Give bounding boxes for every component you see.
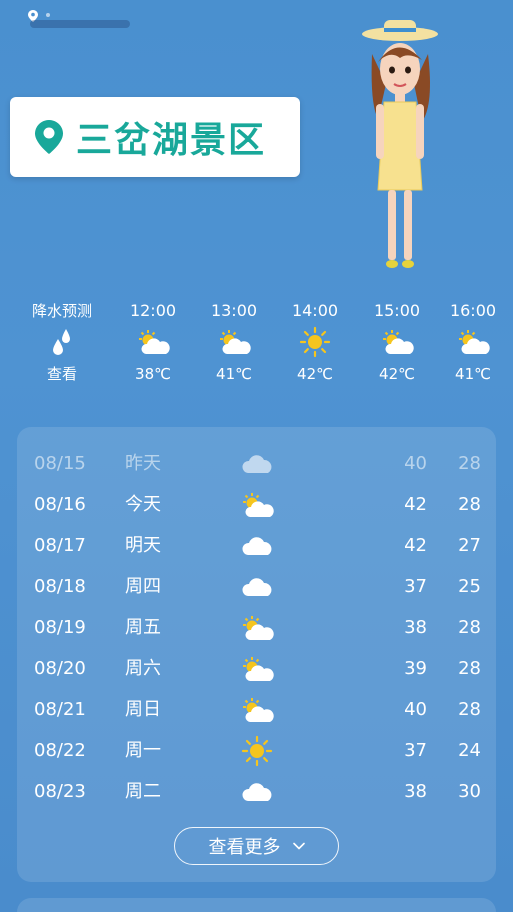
hourly-item: 13:00 41℃	[194, 300, 274, 386]
hour-time: 15:00	[373, 301, 421, 320]
view-more-label: 查看更多	[208, 837, 281, 858]
partly-cloudy-icon	[459, 330, 490, 354]
hour-temp: 42℃	[379, 365, 415, 383]
sun-icon	[241, 735, 273, 766]
hour-temp: 42℃	[297, 365, 333, 383]
top-location-indicator	[28, 8, 138, 30]
partly-cloudy-icon	[243, 615, 274, 640]
hour-time: 14:00	[291, 301, 339, 320]
day-date: 08/17	[34, 535, 86, 556]
chevron-down-icon	[292, 842, 305, 850]
precip-view-link[interactable]: 查看	[22, 362, 102, 386]
daily-forecast-card: 08/15 昨天 40 28 08/16 今天 42 28 08/17 明天 4…	[17, 427, 496, 882]
hour-time: 12:00	[129, 301, 177, 320]
day-label: 周一	[125, 740, 161, 761]
daily-row[interactable]: 08/19 周五 38 28	[17, 607, 496, 648]
day-low: 24	[458, 740, 481, 761]
day-high: 40	[404, 453, 427, 474]
hourly-item: 16:00 41℃	[433, 300, 513, 386]
hour-time: 16:00	[449, 301, 497, 320]
cloud-icon	[242, 454, 272, 473]
day-label: 周六	[125, 658, 161, 679]
raindrops-icon	[53, 329, 70, 355]
partly-cloudy-icon	[243, 697, 274, 722]
cloud-icon	[242, 577, 272, 596]
day-date: 08/19	[34, 617, 86, 638]
day-date: 08/23	[34, 781, 86, 802]
daily-row[interactable]: 08/17 明天 42 27	[17, 525, 496, 566]
day-date: 08/15	[34, 453, 86, 474]
daily-row[interactable]: 08/23 周二 38 30	[17, 771, 496, 812]
hour-temp: 41℃	[216, 365, 252, 383]
daily-row[interactable]: 08/21 周日 40 28	[17, 689, 496, 730]
day-date: 08/21	[34, 699, 86, 720]
partly-cloudy-icon	[243, 492, 274, 517]
hourly-item: 14:00 42℃	[275, 300, 355, 386]
day-label: 周五	[125, 617, 161, 638]
precip-forecast-button[interactable]: 降水预测 查看	[22, 300, 102, 386]
day-date: 08/16	[34, 494, 86, 515]
day-high: 38	[404, 617, 427, 638]
day-high: 40	[404, 699, 427, 720]
day-low: 30	[458, 781, 481, 802]
sun-icon	[299, 326, 331, 358]
day-label: 周日	[125, 699, 161, 720]
daily-row[interactable]: 08/20 周六 39 28	[17, 648, 496, 689]
partly-cloudy-icon	[383, 330, 414, 354]
indicator-dot	[46, 13, 50, 17]
location-name: 三岔湖景区	[76, 120, 267, 161]
day-low: 28	[458, 453, 481, 474]
day-high: 42	[404, 494, 427, 515]
day-date: 08/22	[34, 740, 86, 761]
next-section-card	[17, 898, 496, 912]
day-low: 28	[458, 658, 481, 679]
day-high: 37	[404, 740, 427, 761]
hourly-item: 15:00 42℃	[357, 300, 437, 386]
hour-time: 13:00	[210, 301, 258, 320]
hour-temp: 38℃	[135, 365, 171, 383]
partly-cloudy-icon	[243, 656, 274, 681]
day-label: 周二	[125, 781, 161, 802]
daily-row[interactable]: 08/15 昨天 40 28	[17, 443, 496, 484]
daily-row[interactable]: 08/18 周四 37 25	[17, 566, 496, 607]
partly-cloudy-icon	[139, 330, 170, 354]
daily-row[interactable]: 08/16 今天 42 28	[17, 484, 496, 525]
avatar-character[interactable]	[350, 14, 450, 274]
day-high: 39	[404, 658, 427, 679]
partly-cloudy-icon	[220, 330, 251, 354]
day-label: 昨天	[125, 453, 161, 474]
day-high: 37	[404, 576, 427, 597]
blurred-text-bar	[30, 20, 130, 28]
daily-row[interactable]: 08/22 周一 37 24	[17, 730, 496, 771]
day-label: 周四	[125, 576, 161, 597]
day-low: 28	[458, 494, 481, 515]
day-label: 今天	[125, 494, 161, 515]
day-low: 28	[458, 617, 481, 638]
cloud-icon	[242, 536, 272, 555]
day-date: 08/18	[34, 576, 86, 597]
day-low: 27	[458, 535, 481, 556]
location-card[interactable]: 三岔湖景区	[10, 97, 300, 177]
day-high: 38	[404, 781, 427, 802]
precip-title: 降水预测	[31, 302, 92, 320]
location-pin-icon	[35, 120, 63, 154]
view-more-button[interactable]: 查看更多	[174, 827, 339, 865]
day-low: 28	[458, 699, 481, 720]
day-high: 42	[404, 535, 427, 556]
hourly-item: 12:00 38℃	[113, 300, 193, 386]
hourly-forecast: 降水预测 查看 12:00 38℃ 13:00 41℃ 14:00 42℃ 15…	[0, 300, 513, 400]
day-low: 25	[458, 576, 481, 597]
day-label: 明天	[125, 535, 161, 556]
day-date: 08/20	[34, 658, 86, 679]
cloud-icon	[242, 782, 272, 801]
hour-temp: 41℃	[455, 365, 491, 383]
